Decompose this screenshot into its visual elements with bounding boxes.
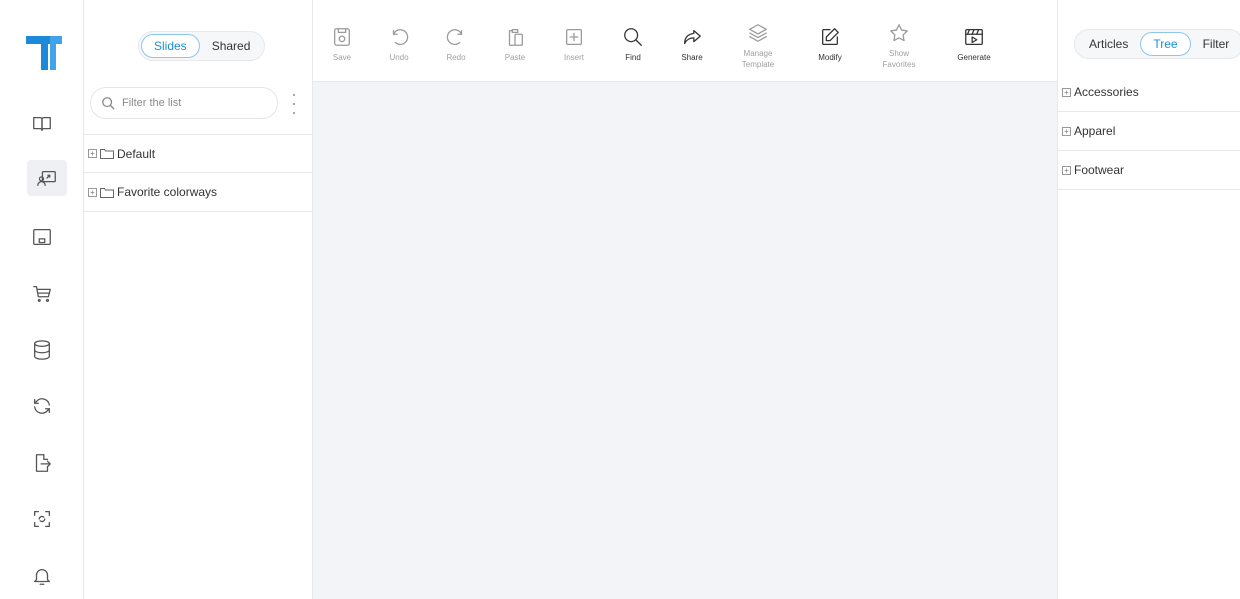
tree-item-footwear[interactable]: + Footwear (1058, 151, 1240, 190)
rail-sync-icon[interactable] (26, 390, 58, 422)
share-button[interactable]: Share (667, 26, 717, 63)
rail-bell-icon[interactable] (26, 560, 58, 592)
save-icon (334, 28, 350, 46)
paste-button[interactable]: Paste (490, 26, 540, 63)
scan-icon (34, 511, 50, 527)
find-button[interactable]: Find (608, 26, 658, 63)
rail-board-icon[interactable] (26, 221, 58, 253)
list-item-default[interactable]: + Default (84, 134, 313, 173)
share-icon (684, 29, 701, 45)
folder-icon (100, 187, 114, 198)
app-logo[interactable] (26, 32, 70, 72)
search-icon (624, 28, 642, 46)
board-icon (33, 229, 51, 245)
sync-icon (34, 398, 50, 414)
folder-icon (100, 148, 114, 159)
nav-rail (0, 0, 84, 599)
rail-presentation-icon[interactable] (27, 160, 67, 196)
expand-icon[interactable]: + (1062, 126, 1071, 136)
tab-shared[interactable]: Shared (200, 34, 263, 58)
insert-icon (566, 29, 582, 45)
slides-list-panel: Slides Shared + Default + Favorite color… (84, 0, 313, 599)
expand-icon[interactable]: + (88, 187, 97, 197)
tree-item-label: Accessories (1074, 85, 1139, 99)
paste-icon (508, 29, 523, 46)
undo-button[interactable]: Undo (374, 26, 424, 63)
articles-tree-filter-toggle: Articles Tree Filter (1074, 29, 1240, 59)
cart-icon (33, 286, 51, 302)
tab-tree[interactable]: Tree (1140, 32, 1191, 56)
insert-button[interactable]: Insert (549, 26, 599, 63)
manage-template-button[interactable]: Manage Template (733, 22, 783, 70)
more-options-icon[interactable] (289, 94, 299, 114)
rail-scan-icon[interactable] (26, 503, 58, 535)
tab-articles[interactable]: Articles (1077, 32, 1140, 56)
rail-book-icon[interactable] (26, 108, 58, 140)
layers-icon (749, 24, 767, 42)
tree-item-label: Footwear (1074, 163, 1125, 177)
expand-icon[interactable]: + (1062, 87, 1071, 97)
slide-canvas[interactable] (313, 82, 1057, 599)
database-icon (34, 340, 50, 360)
clapperboard-icon (965, 29, 983, 45)
filter-search-box (90, 87, 278, 119)
slides-shared-toggle: Slides Shared (138, 31, 266, 61)
redo-button[interactable]: Redo (431, 26, 481, 63)
tab-slides[interactable]: Slides (141, 34, 200, 58)
tree-item-apparel[interactable]: + Apparel (1058, 112, 1240, 151)
star-icon (890, 24, 908, 42)
main-toolbar: Save Undo Redo Paste Insert Find Share M… (313, 0, 1057, 82)
tree-item-label: Apparel (1074, 124, 1116, 138)
bell-icon (34, 569, 50, 585)
list-item-label: Default (117, 146, 156, 161)
rail-export-icon[interactable] (26, 447, 58, 479)
expand-icon[interactable]: + (1062, 165, 1071, 175)
rail-database-icon[interactable] (26, 334, 58, 366)
presentation-icon (37, 170, 56, 186)
undo-icon (392, 29, 409, 45)
list-item-label: Favorite colorways (117, 185, 218, 199)
export-icon (35, 454, 51, 472)
expand-icon[interactable]: + (88, 149, 97, 158)
generate-button[interactable]: Generate (949, 26, 999, 63)
list-item-favorite-colorways[interactable]: + Favorite colorways (84, 173, 313, 212)
edit-icon (822, 28, 839, 45)
tab-filter[interactable]: Filter (1191, 32, 1240, 56)
search-icon (102, 97, 115, 110)
filter-input[interactable] (122, 97, 272, 109)
tree-item-accessories[interactable]: + Accessories (1058, 73, 1240, 112)
modify-button[interactable]: Modify (805, 26, 855, 63)
articles-tree-panel: Articles Tree Filter + Accessories + App… (1057, 0, 1240, 599)
redo-icon (446, 29, 463, 45)
rail-cart-icon[interactable] (26, 278, 58, 310)
save-button[interactable]: Save (317, 26, 367, 63)
book-icon (33, 116, 51, 132)
show-favorites-button[interactable]: Show Favorites (874, 22, 924, 70)
